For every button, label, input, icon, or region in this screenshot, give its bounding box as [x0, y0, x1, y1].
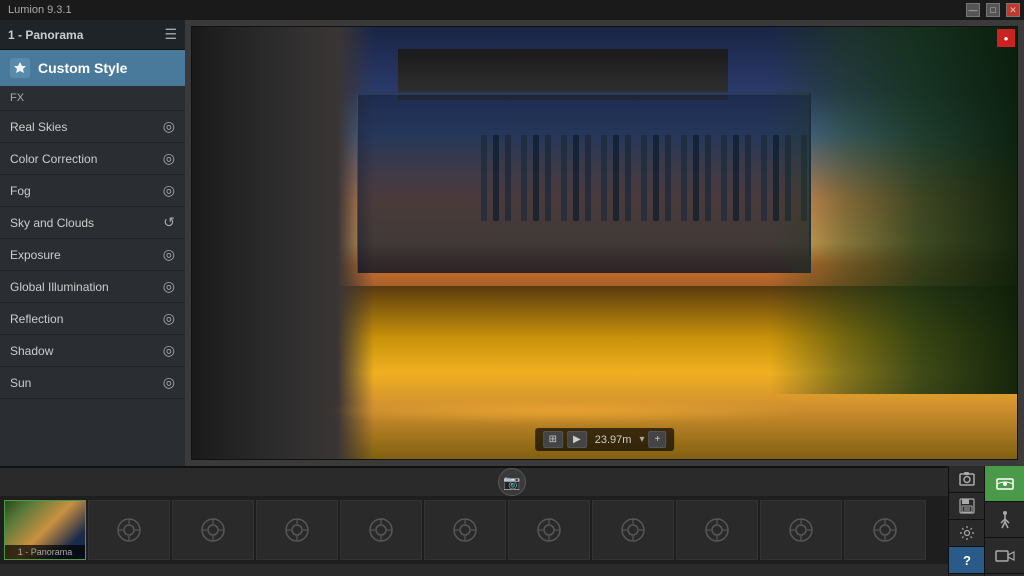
- thumb-image: [89, 501, 169, 559]
- minimize-btn[interactable]: —: [966, 3, 980, 17]
- hud-arrow-icon: ▾: [639, 434, 644, 445]
- hud-video-btn[interactable]: ▶: [567, 431, 587, 448]
- hud-expand-btn[interactable]: +: [648, 431, 666, 448]
- thumb-image: [257, 501, 337, 559]
- eye-icon: ◎: [163, 310, 175, 327]
- thumb-image: [341, 501, 421, 559]
- thumb-image: [173, 501, 253, 559]
- thumb-image: [677, 501, 757, 559]
- eye-icon: ◎: [163, 374, 175, 391]
- help-tool-btn[interactable]: ?: [949, 547, 985, 574]
- thumbnail-item[interactable]: [844, 500, 926, 560]
- walk-tool-btn[interactable]: [985, 502, 1024, 538]
- fx-item-global-illumination[interactable]: Global Illumination ◎: [0, 271, 185, 303]
- scene-trees: [770, 27, 1018, 394]
- title-bar-controls: — □ ✕: [966, 0, 1020, 20]
- main-layout: 1 - Panorama ☰ Custom Style FX Real Skie…: [0, 20, 1024, 576]
- fx-item-color-correction[interactable]: Color Correction ◎: [0, 143, 185, 175]
- fx-item-fog[interactable]: Fog ◎: [0, 175, 185, 207]
- fx-item-exposure[interactable]: Exposure ◎: [0, 239, 185, 271]
- hamburger-icon[interactable]: ☰: [164, 26, 177, 43]
- fx-item-label: Reflection: [10, 312, 63, 326]
- app-title: Lumion 9.3.1: [8, 4, 72, 16]
- eye-icon: ◎: [163, 278, 175, 295]
- refresh-icon: ↺: [163, 214, 175, 231]
- sidebar: 1 - Panorama ☰ Custom Style FX Real Skie…: [0, 20, 185, 466]
- photo-tool-btn[interactable]: [949, 466, 985, 493]
- thumbnail-item[interactable]: [424, 500, 506, 560]
- hud-camera-btn[interactable]: ⊞: [543, 431, 563, 448]
- fx-item-label: Color Correction: [10, 152, 97, 166]
- thumb-image: [761, 501, 841, 559]
- fx-item-label: Sky and Clouds: [10, 216, 94, 230]
- panorama-tool-btn[interactable]: [985, 466, 1024, 502]
- fx-item-label: Shadow: [10, 344, 53, 358]
- thumbnail-item[interactable]: [760, 500, 842, 560]
- scene-wall-left: [192, 27, 374, 459]
- fx-item-label: Real Skies: [10, 120, 67, 134]
- top-row: 1 - Panorama ☰ Custom Style FX Real Skie…: [0, 20, 1024, 466]
- hud-distance: 23.97m: [591, 434, 636, 446]
- capture-btn[interactable]: 📷: [498, 468, 526, 496]
- title-bar: Lumion 9.3.1 — □ ✕: [0, 0, 1024, 20]
- eye-icon: ◎: [163, 342, 175, 359]
- eye-icon: ◎: [163, 182, 175, 199]
- fx-item-label: Global Illumination: [10, 280, 109, 294]
- thumb-image: [509, 501, 589, 559]
- capture-row: 📷 U: [0, 468, 1024, 496]
- fx-item-sun[interactable]: Sun ◎: [0, 367, 185, 399]
- fx-list: Real Skies ◎ Color Correction ◎ Fog ◎ Sk…: [0, 111, 185, 399]
- thumbnail-item[interactable]: [592, 500, 674, 560]
- fx-label: FX: [0, 86, 185, 111]
- thumbnail-item[interactable]: [508, 500, 590, 560]
- save-tool-btn[interactable]: [949, 493, 985, 520]
- close-btn[interactable]: ✕: [1006, 3, 1020, 17]
- viewport-record-badge: ●: [997, 29, 1015, 47]
- eye-icon: ◎: [163, 150, 175, 167]
- thumb-image: [425, 501, 505, 559]
- maximize-btn[interactable]: □: [986, 3, 1000, 17]
- panel-title: 1 - Panorama: [8, 28, 83, 42]
- thumbnail-item[interactable]: 1 - Panorama: [4, 500, 86, 560]
- fx-item-label: Exposure: [10, 248, 61, 262]
- fx-item-label: Sun: [10, 376, 31, 390]
- viewport: ● ⊞ ▶ 23.97m ▾ +: [191, 26, 1018, 460]
- thumbnail-item[interactable]: [340, 500, 422, 560]
- floor-glow: [316, 399, 811, 425]
- panel-header: 1 - Panorama ☰: [0, 20, 185, 50]
- viewport-hud[interactable]: ⊞ ▶ 23.97m ▾ +: [535, 428, 675, 451]
- fx-item-shadow[interactable]: Shadow ◎: [0, 335, 185, 367]
- fx-item-sky-and-clouds[interactable]: Sky and Clouds ↺: [0, 207, 185, 239]
- thumbnail-item[interactable]: [172, 500, 254, 560]
- bottom-strip: 📷 U 1 - Panorama: [0, 466, 1024, 576]
- right-toolbar-secondary: ?: [948, 466, 984, 576]
- thumb-image: [593, 501, 673, 559]
- custom-style-section[interactable]: Custom Style: [0, 50, 185, 86]
- thumbnail-item[interactable]: [676, 500, 758, 560]
- custom-style-label: Custom Style: [38, 60, 127, 76]
- capture-icon: 📷: [503, 474, 520, 491]
- video-tool-btn[interactable]: [985, 538, 1024, 574]
- eye-icon: ◎: [163, 246, 175, 263]
- fx-item-real-skies[interactable]: Real Skies ◎: [0, 111, 185, 143]
- fx-item-label: Fog: [10, 184, 31, 198]
- thumbnails-row: 1 - Panorama: [0, 496, 948, 564]
- fx-item-reflection[interactable]: Reflection ◎: [0, 303, 185, 335]
- thumbnail-item[interactable]: [88, 500, 170, 560]
- custom-style-icon: [10, 58, 30, 78]
- right-toolbar-main: [984, 466, 1024, 576]
- thumb-label: 1 - Panorama: [5, 545, 85, 559]
- city-skyline: [481, 135, 811, 221]
- eye-icon: ◎: [163, 118, 175, 135]
- thumbnail-item[interactable]: [256, 500, 338, 560]
- settings-tool-btn[interactable]: [949, 520, 985, 547]
- thumb-image: [845, 501, 925, 559]
